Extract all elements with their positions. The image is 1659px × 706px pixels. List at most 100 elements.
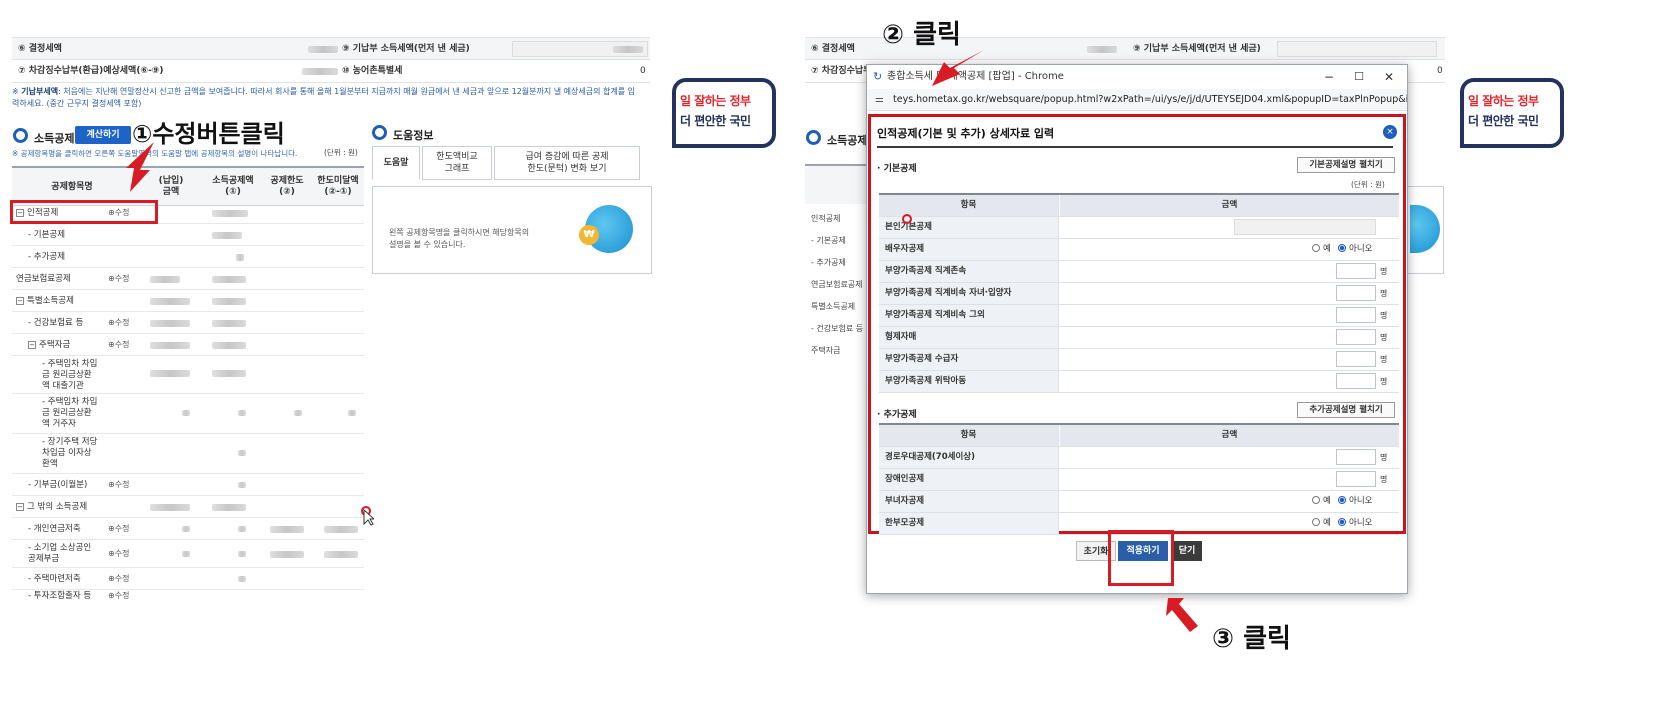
row-housing-loan-institution[interactable]: - 주택임차 차입 금 원리금상환 액 대출기관 xyxy=(12,356,364,394)
row-foster-child: 부양가족공제 위탁아동 명 xyxy=(879,371,1399,393)
row-additional[interactable]: - 추가공제 xyxy=(12,246,364,268)
row-self-basic: 본인기본공제 xyxy=(879,217,1399,239)
female-householder-no-radio[interactable]: 아니오 xyxy=(1338,491,1372,512)
row-spouse: 배우자공제 예 아니오 xyxy=(879,239,1399,261)
elderly-input[interactable] xyxy=(1336,449,1376,465)
row-investment[interactable]: - 투자조합출자 등 ⊕수정 xyxy=(12,590,364,604)
row-housing[interactable]: − 주택자금 ⊕수정 xyxy=(12,334,364,356)
tab-limit-graph[interactable]: 한도액비교 그래프 xyxy=(422,146,492,180)
arrow-step1-icon xyxy=(126,142,154,192)
row-small-business[interactable]: - 소기업 소상공인 공제부금 ⊕수정 xyxy=(12,540,364,568)
loading-icon: ↻ xyxy=(873,70,883,83)
children-input[interactable] xyxy=(1336,285,1376,301)
row-disabled: 장애인공제 명 xyxy=(879,469,1399,491)
collapse-icon[interactable]: − xyxy=(28,341,36,349)
background-table-right: 인적공제 - 기본공제 - 추가공제 연금보험료공제 특별소득공제 - 건강보험… xyxy=(805,164,869,594)
spouse-yes-radio[interactable]: 예 xyxy=(1312,239,1331,260)
calculate-button[interactable]: 계산하기 xyxy=(75,126,131,144)
row-elderly: 경로우대공제(70세이상) 명 xyxy=(879,447,1399,469)
single-parent-yes-radio[interactable]: 예 xyxy=(1312,513,1331,534)
female-householder-yes-radio[interactable]: 예 xyxy=(1312,491,1331,512)
tab-threshold-change[interactable]: 급여 증감에 따른 공제 한도(문턱) 변화 보기 xyxy=(494,146,640,180)
single-parent-no-radio[interactable]: 아니오 xyxy=(1338,513,1372,534)
modal-title: 인적공제(기본 및 추가) 상세자료 입력 xyxy=(877,122,1393,148)
col-deduction: 소득공제액 (①) xyxy=(212,176,254,197)
row-pension[interactable]: 연금보험료공제 ⊕수정 xyxy=(12,268,364,290)
lineal-ascendant-input[interactable] xyxy=(1336,263,1376,279)
recipient-input[interactable] xyxy=(1336,351,1376,367)
rural-tax-label: ⑩ 농어촌특별세 xyxy=(342,66,403,76)
col-shortfall: 한도미달액 (②-①) xyxy=(317,176,359,197)
row-lineal-ascendant: 부양가족공제 직계존속 명 xyxy=(879,261,1399,283)
collapse-icon[interactable]: − xyxy=(16,297,24,305)
row-long-term-mortgage[interactable]: - 장기주택 저당 차입금 이자상 환액 xyxy=(12,434,364,474)
col-item: 공제항목명 xyxy=(51,182,93,192)
arrow-step2-icon xyxy=(932,50,984,86)
summary-row-2: ⑦ 차감징수납부(환급)예상세액(⑥-⑨) ⑩ 농어촌특별세 0 xyxy=(12,59,650,83)
spouse-no-radio[interactable]: 아니오 xyxy=(1338,239,1372,260)
section-title-income-deduction: 소득공제 xyxy=(13,128,74,146)
highlight-apply-button xyxy=(1108,530,1174,586)
annotation-step2: ② 클릭 xyxy=(882,20,961,50)
tab-help[interactable]: 도움말 xyxy=(372,146,420,180)
minimize-icon[interactable]: − xyxy=(1315,65,1343,89)
row-personal-pension[interactable]: - 개인연금저축 ⊕수정 xyxy=(12,518,364,540)
deduction-table: 공제항목명 (납입) 금액 소득공제액 (①) 공제한도 (②) 한도미달액 (… xyxy=(12,166,364,601)
help-content-right xyxy=(1408,186,1444,274)
foster-child-input[interactable] xyxy=(1336,373,1376,389)
popup-url: teys.hometax.go.kr/websquare/popup.html?… xyxy=(893,94,1407,105)
cursor-icon xyxy=(361,506,374,526)
edit-button-investment[interactable]: ⊕수정 xyxy=(108,590,129,604)
additional-table-header: 항목 금액 xyxy=(879,425,1399,447)
col-limit: 공제한도 (②) xyxy=(270,176,304,197)
close-button[interactable]: 닫기 xyxy=(1172,541,1202,561)
annotation-step3: ③ 클릭 xyxy=(1212,624,1291,654)
help-content: 왼쪽 공제항목명을 클릭하시면 해당항목의 설명을 볼 수 있습니다. ₩ xyxy=(372,186,652,274)
additional-deduction-table: 항목 금액 경로우대공제(70세이상) 명 장애인공제 명 부녀자공제 예 아니… xyxy=(879,423,1399,535)
close-icon[interactable]: × xyxy=(1383,125,1397,139)
edit-button-small-business[interactable]: ⊕수정 xyxy=(108,543,129,565)
row-children: 부양가족공제 직계비속 자녀·입양자 명 xyxy=(879,283,1399,305)
additional-explain-button[interactable]: 추가공제설명 펼치기 xyxy=(1297,402,1395,418)
collapse-icon[interactable]: − xyxy=(16,503,24,511)
summary-row-1: ⑥ 결정세액 ⑨ 기납부 소득세액(먼저 낸 세금) xyxy=(12,37,650,61)
highlight-edit-personal xyxy=(10,200,158,224)
site-info-icon[interactable]: ⚌ xyxy=(875,89,884,110)
expected-refund-label: ⑦ 차감징수납부(환급)예상세액(⑥-⑨) xyxy=(18,66,164,76)
masked-value xyxy=(302,68,338,75)
row-housing-loan-resident[interactable]: - 주택임차 차입 금 원리금상환 액 거주자 xyxy=(12,394,364,434)
row-special[interactable]: − 특별소득공제 xyxy=(12,290,364,312)
determined-tax-label: ⑥ 결정세액 xyxy=(18,44,62,54)
edit-button-housing[interactable]: ⊕수정 xyxy=(108,334,129,356)
siblings-input[interactable] xyxy=(1336,329,1376,345)
close-window-icon[interactable]: ✕ xyxy=(1375,65,1403,89)
unit-label: (단위 : 원) xyxy=(324,148,358,157)
rural-tax-value: 0 xyxy=(640,66,646,76)
edit-button-pension[interactable]: ⊕수정 xyxy=(108,268,129,290)
basic-explain-button[interactable]: 기본공제설명 펼치기 xyxy=(1297,157,1395,173)
gov-logo-right: 일 잘하는 정부 더 편안한 국민 xyxy=(1460,78,1564,148)
personal-deduction-modal: 인적공제(기본 및 추가) 상세자료 입력 × 기본공제 기본공제설명 펼치기 … xyxy=(868,114,1406,535)
row-other[interactable]: − 그 밖의 소득공제 xyxy=(12,496,364,518)
edit-button-health[interactable]: ⊕수정 xyxy=(108,312,129,334)
disabled-input[interactable] xyxy=(1336,471,1376,487)
other-descendant-input[interactable] xyxy=(1336,307,1376,323)
edit-button-personal-pension[interactable]: ⊕수정 xyxy=(108,518,129,540)
modal-unit-label: (단위 : 원) xyxy=(1351,180,1385,189)
row-siblings: 형제자매 명 xyxy=(879,327,1399,349)
arrow-step3-icon xyxy=(1166,598,1198,632)
mascot-icon: ₩ xyxy=(579,205,633,253)
row-basic[interactable]: - 기본공제 xyxy=(12,224,364,246)
basic-deduction-table: 항목 금액 본인기본공제 배우자공제 예 아니오 부양가족공제 직계존속 명 부… xyxy=(879,193,1399,393)
row-donation[interactable]: - 기부금(이월분) ⊕수정 xyxy=(12,474,364,496)
prepaid-tax-input[interactable] xyxy=(512,41,648,57)
row-housing-savings[interactable]: - 주택마련저축 ⊕수정 xyxy=(12,568,364,590)
row-female-householder: 부녀자공제 예 아니오 xyxy=(879,491,1399,513)
maximize-icon[interactable]: ☐ xyxy=(1345,65,1373,89)
address-bar[interactable]: ⚌ teys.hometax.go.kr/websquare/popup.htm… xyxy=(867,89,1407,111)
edit-button-donation[interactable]: ⊕수정 xyxy=(108,474,129,496)
row-recipient: 부양가족공제 수급자 명 xyxy=(879,349,1399,371)
basic-section-title: 기본공제 xyxy=(877,161,917,174)
edit-button-housing-savings[interactable]: ⊕수정 xyxy=(108,568,129,590)
row-health[interactable]: - 건강보험료 등 ⊕수정 xyxy=(12,312,364,334)
